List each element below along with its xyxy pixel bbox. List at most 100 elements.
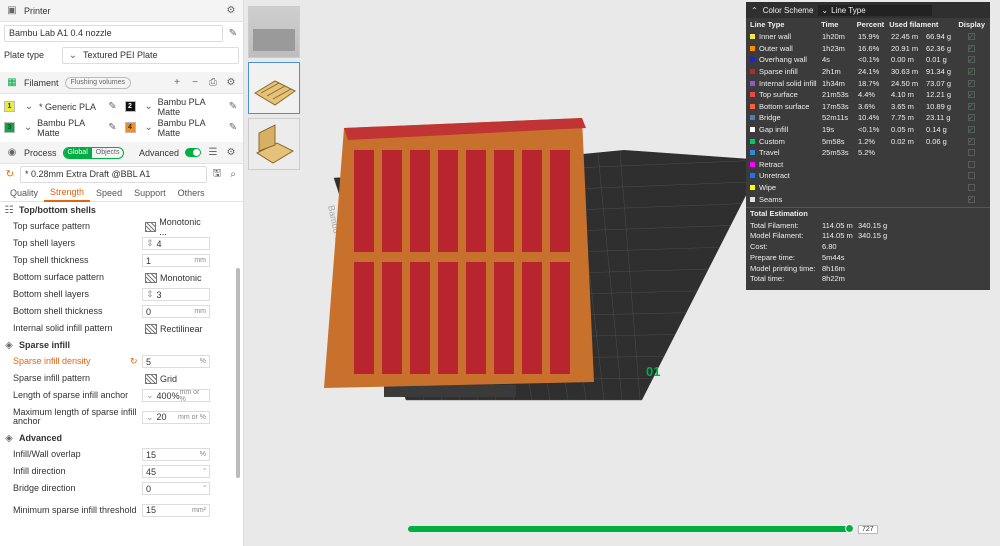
line-type-row[interactable]: Unretract [746,170,990,182]
color-scheme-columns: Line Type Time Percent Used filament Dis… [746,18,990,31]
display-checkbox[interactable]: ✓ [967,91,975,99]
global-objects-toggle[interactable]: Global Objects [62,146,125,159]
display-cell: ✓ [961,114,981,122]
save-icon[interactable]: 🖫 [211,168,223,180]
display-checkbox[interactable]: ✓ [967,102,975,110]
tab-quality[interactable]: Quality [4,184,44,202]
gear-icon[interactable]: ⚙ [225,5,237,17]
line-type-row[interactable]: Sparse infill 2h1m 24.1% 30.63 m 91.34 g ✓ [746,66,990,78]
filament-slot[interactable]: 3 ⌄ Bambu PLA Matte ✎ [4,118,119,138]
objects-option[interactable]: Objects [92,148,124,158]
line-type-row[interactable]: Inner wall 1h20m 15.9% 22.45 m 66.94 g ✓ [746,31,990,43]
param-value-field[interactable]: ⌄ 20 mm or % [142,410,210,424]
gear-icon[interactable]: ⚙ [225,147,237,159]
edit-icon[interactable]: ✎ [107,122,119,134]
plate-type-select[interactable]: ⌄ Textured PEI Plate [62,46,239,64]
display-checkbox[interactable]: ✓ [967,33,975,41]
param-value-field[interactable]: 0 mm [142,305,210,318]
thumb-plate-3[interactable] [248,118,300,170]
advanced-toggle[interactable] [185,148,201,157]
tab-strength[interactable]: Strength [44,184,91,202]
display-checkbox[interactable]: ✓ [967,79,975,87]
layer-slider-handle[interactable] [845,524,854,533]
line-type-row[interactable]: Gap infill 19s <0.1% 0.05 m 0.14 g ✓ [746,124,990,136]
param-value-field[interactable]: 15 mm² [142,503,210,517]
edit-icon[interactable]: ✎ [227,101,239,113]
filament-slot-number: 4 [124,122,136,133]
param-min_sparse_threshold: Minimum sparse infill threshold 15 mm² [0,497,243,523]
param-value-field[interactable]: Monotonic [142,271,210,284]
edit-icon[interactable]: ✎ [227,122,239,134]
line-type-row[interactable]: Custom 5m58s 1.2% 0.02 m 0.06 g ✓ [746,135,990,147]
param-value-field[interactable]: 0 ° [142,482,210,495]
param-value-field[interactable]: 15% [142,448,210,461]
line-type-row[interactable]: Overhang wall 4s <0.1% 0.00 m 0.01 g ✓ [746,54,990,66]
tab-support[interactable]: Support [128,184,172,202]
filament-slot[interactable]: 4 ⌄ Bambu PLA Matte ✎ [124,118,240,138]
stepper-icon[interactable]: ⇕ [146,289,154,300]
thumb-plate-2[interactable] [248,62,300,114]
line-type-row[interactable]: Wipe [746,182,990,194]
printer-icon: ▣ [7,5,17,16]
display-checkbox[interactable]: ✓ [967,126,975,134]
line-type-row[interactable]: Seams ✓ [746,193,990,205]
sync-icon[interactable]: ⎙ [207,77,219,89]
thumb-plate-1[interactable] [248,6,300,58]
display-checkbox[interactable] [967,184,975,192]
param-value-field[interactable]: ⌄ 400% mm or % [142,389,210,403]
plus-icon[interactable]: + [171,77,183,89]
chevron-up-icon[interactable]: ⌃ [751,6,758,15]
line-type-row[interactable]: Bottom surface 17m53s 3.6% 3.65 m 10.89 g ✓ [746,101,990,113]
global-option[interactable]: Global [63,147,92,158]
display-checkbox[interactable] [967,172,975,180]
line-type-row[interactable]: Outer wall 1h23m 16.6% 20.91 m 62.36 g ✓ [746,43,990,55]
list-icon[interactable]: ☰ [207,147,219,159]
param-value-field[interactable]: 45 ° [142,465,210,478]
edit-icon[interactable]: ✎ [107,101,119,113]
line-type-row[interactable]: Travel 25m53s 5.2% [746,147,990,159]
param-value-field[interactable]: 1 mm [142,254,210,267]
param-unit: % [199,358,206,365]
display-checkbox[interactable]: ✓ [967,137,975,145]
param-value-field[interactable]: ⇕ 4 [142,237,210,250]
process-preset-select[interactable]: * 0.28mm Extra Draft @BBL A1 [20,165,207,183]
filament-select[interactable]: ⌄ Bambu PLA Matte [19,118,103,138]
gear-icon[interactable]: ⚙ [225,77,237,89]
search-icon[interactable]: ⌕ [227,168,239,180]
display-checkbox[interactable]: ✓ [967,56,975,64]
filament-select[interactable]: ⌄ Bambu PLA Matte [139,97,223,117]
display-checkbox[interactable]: ✓ [967,68,975,76]
tab-others[interactable]: Others [172,184,211,202]
reset-icon[interactable]: ↻ [130,356,138,367]
line-type-row[interactable]: Bridge 52m11s 10.4% 7.75 m 23.11 g ✓ [746,112,990,124]
stepper-icon[interactable]: ⇕ [146,238,154,249]
display-checkbox[interactable]: ✓ [967,44,975,52]
tab-speed[interactable]: Speed [90,184,128,202]
display-checkbox[interactable]: ✓ [967,195,975,203]
filament-slot[interactable]: 2 ⌄ Bambu PLA Matte ✎ [124,97,240,117]
scrollbar[interactable] [236,268,240,478]
display-cell: ✓ [961,44,981,52]
filament-slot[interactable]: 1 ⌄ * Generic PLA ✎ [4,98,119,115]
printer-select[interactable]: Bambu Lab A1 0.4 nozzle [4,24,223,42]
reset-icon[interactable]: ↻ [4,168,16,180]
display-checkbox[interactable] [967,160,975,168]
line-type-select[interactable]: ⌄ Line Type [818,4,933,16]
line-type-row[interactable]: Internal solid infill 1h34m 18.7% 24.50 m 73… [746,77,990,89]
layer-slider-track[interactable] [408,526,852,532]
edit-icon[interactable]: ✎ [227,27,239,39]
display-checkbox[interactable] [967,149,975,157]
filament-select[interactable]: ⌄ Bambu PLA Matte [139,118,223,138]
filament-select[interactable]: ⌄ * Generic PLA [19,98,103,115]
param-value-field[interactable]: ⇕ 3 [142,288,210,301]
param-value-field[interactable]: 5% [142,355,210,368]
param-value-field[interactable]: Grid [142,372,210,385]
flushing-volumes-button[interactable]: Flushing volumes [64,76,131,89]
param-value-field[interactable]: Monotonic ... [142,217,210,237]
param-value: 0 [146,483,152,494]
line-type-row[interactable]: Top surface 21m53s 4.4% 4.10 m 12.21 g ✓ [746,89,990,101]
line-type-row[interactable]: Retract [746,159,990,171]
minus-icon[interactable]: − [189,77,201,89]
display-checkbox[interactable]: ✓ [967,114,975,122]
param-value-field[interactable]: Rectilinear [142,322,210,335]
